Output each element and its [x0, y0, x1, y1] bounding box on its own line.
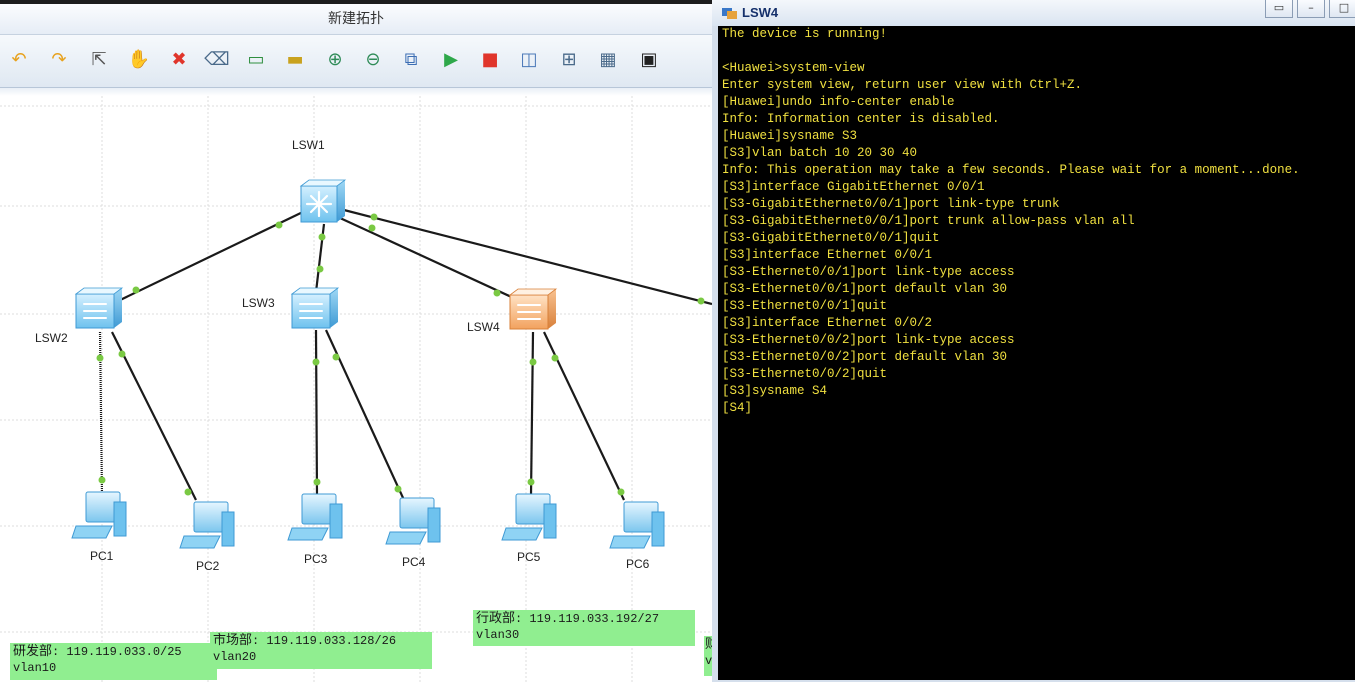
topology-icon[interactable]: ⊞	[556, 47, 582, 73]
switch-lsw4-icon[interactable]	[508, 288, 558, 330]
note-marketing-department[interactable]: 市场部: 119.119.033.128/26 vlan20	[210, 632, 432, 669]
topology-title-bar: 新建拓扑	[0, 4, 712, 35]
terminal-line: [S3-GigabitEthernet0/0/1]port link-type …	[722, 197, 1060, 211]
note-subnet: : 119.119.033.128/26	[252, 634, 397, 648]
device-label-pc4: PC4	[402, 555, 426, 569]
terminal-line: [S3-Ethernet0/0/1]port default vlan 30	[722, 282, 1008, 296]
note-subnet: : 119.119.033.192/27	[515, 612, 660, 626]
canvas-grid	[0, 96, 712, 682]
terminal-line: [S3]interface Ethernet 0/0/2	[722, 316, 933, 330]
pan-hand-icon[interactable]: ✋	[126, 47, 152, 73]
pc4-icon[interactable]	[385, 497, 441, 545]
device-label-lsw2: LSW2	[35, 331, 68, 345]
terminal-line: [S3-Ethernet0/0/2]port default vlan 30	[722, 350, 1008, 364]
note-admin-department[interactable]: 行政部: 119.119.033.192/27 vlan30	[473, 610, 695, 646]
delete-icon[interactable]: ✖	[166, 47, 192, 73]
undo-icon[interactable]: ↶	[6, 47, 32, 73]
pc2-icon[interactable]	[179, 501, 235, 549]
note-rd-department[interactable]: 研发部: 119.119.033.0/25 vlan10	[10, 643, 217, 680]
capture-icon[interactable]: ◫	[516, 47, 542, 73]
link-lsw3-pc3	[314, 329, 319, 497]
console-title: LSW4	[742, 5, 779, 20]
console-title-bar[interactable]: LSW4 ▭ – □	[712, 0, 1355, 26]
start-device-icon[interactable]: ▶	[438, 47, 464, 73]
console-icon[interactable]: ▣	[636, 47, 662, 73]
ensp-window: 新建拓扑 ↶ ↷ ⇱ ✋ ✖ ⌫ ▭ ▬ ⊕ ⊖ ⧉ ▶ ■ ◫ ⊞ ▦ ▣ L…	[0, 0, 712, 682]
terminal-line: [S3]interface Ethernet 0/0/1	[722, 248, 933, 262]
stop-device-icon[interactable]: ■	[477, 47, 503, 73]
terminal-line: The device is running!	[722, 27, 888, 41]
terminal-output[interactable]: The device is running! <Huawei>system-vie…	[718, 26, 1355, 680]
pc5-icon[interactable]	[501, 493, 557, 541]
minimize-button[interactable]: –	[1297, 0, 1325, 18]
topology-canvas[interactable]: LSW1 LSW2 LSW3 LSW4 PC1 PC2 PC3 PC4 PC5 …	[0, 96, 712, 682]
device-label-pc6: PC6	[626, 557, 650, 571]
device-label-pc5: PC5	[517, 550, 541, 564]
terminal-line: Enter system view, return user view with…	[722, 78, 1083, 92]
switch-lsw3-icon[interactable]	[290, 287, 340, 329]
pc3-icon[interactable]	[287, 493, 343, 541]
terminal-line: [S4]	[722, 401, 753, 415]
terminal-line: [S3-Ethernet0/0/1]quit	[722, 299, 888, 313]
device-label-lsw4: LSW4	[467, 320, 500, 334]
pc6-icon[interactable]	[609, 501, 665, 549]
zoom-in-icon[interactable]: ⊕	[322, 47, 348, 73]
link-lsw2-pc2	[111, 331, 197, 501]
link-endpoints	[96, 213, 705, 496]
note-dept: 研发部	[13, 644, 53, 659]
zoom-out-icon[interactable]: ⊖	[360, 47, 386, 73]
device-label-lsw3: LSW3	[242, 296, 275, 310]
switch-lsw2-icon[interactable]	[74, 287, 124, 329]
text-note-icon[interactable]: ▭	[243, 47, 269, 73]
pc1-icon[interactable]	[71, 491, 127, 539]
link-lsw4-pc5	[529, 331, 535, 497]
device-label-pc2: PC2	[196, 559, 220, 573]
console-app-icon	[722, 8, 737, 19]
switch-lsw1-icon[interactable]	[299, 179, 347, 223]
link-lsw1-lsw4	[339, 217, 519, 301]
maximize-button[interactable]: □	[1329, 0, 1355, 18]
note-vlan: vlan10	[13, 661, 57, 675]
topology-toolbar: ↶ ↷ ⇱ ✋ ✖ ⌫ ▭ ▬ ⊕ ⊖ ⧉ ▶ ■ ◫ ⊞ ▦ ▣	[0, 35, 712, 88]
topology-title: 新建拓扑	[328, 11, 384, 27]
note-vlan: vlan30	[476, 628, 520, 642]
fit-view-icon[interactable]: ⧉	[398, 47, 424, 73]
terminal-line: [S3-GigabitEthernet0/0/1]quit	[722, 231, 940, 245]
lsw4-console-window: LSW4 ▭ – □ The device is running! <Huawei…	[712, 0, 1355, 682]
note-dept: 财	[705, 637, 712, 652]
terminal-line: [Huawei]sysname S3	[722, 129, 858, 143]
delete-link-icon[interactable]: ⌫	[204, 47, 230, 73]
terminal-line: [S3-GigabitEthernet0/0/1]port trunk allo…	[722, 214, 1135, 228]
note-finance-department[interactable]: 财 v	[704, 636, 712, 676]
rectangle-icon[interactable]: ▬	[282, 47, 308, 73]
terminal-line: [S3-Ethernet0/0/2]port link-type access	[722, 333, 1015, 347]
note-subnet: : 119.119.033.0/25	[52, 645, 182, 659]
terminal-line: [S3]vlan batch 10 20 30 40	[722, 146, 918, 160]
device-label-pc1: PC1	[90, 549, 114, 563]
terminal-line: <Huawei>system-view	[722, 61, 865, 75]
terminal-line: [S3]interface GigabitEthernet 0/0/1	[722, 180, 985, 194]
note-vlan: v	[705, 654, 712, 668]
terminal-line: [S3-Ethernet0/0/2]quit	[722, 367, 888, 381]
note-vlan: vlan20	[213, 650, 257, 664]
note-dept: 行政部	[476, 611, 516, 626]
terminal-line: [S3]sysname S4	[722, 384, 828, 398]
select-pointer-icon[interactable]: ⇱	[86, 47, 112, 73]
terminal-line: Info: Information center is disabled.	[722, 112, 1000, 126]
device-label-lsw1: LSW1	[292, 138, 325, 152]
terminal-line: [Huawei]undo info-center enable	[722, 95, 955, 109]
grid-icon[interactable]: ▦	[595, 47, 621, 73]
restore-button[interactable]: ▭	[1265, 0, 1293, 18]
terminal-line: Info: This operation may take a few seco…	[722, 163, 1300, 177]
note-dept: 市场部	[213, 633, 253, 648]
toolbar-underline	[0, 88, 712, 96]
redo-icon[interactable]: ↷	[46, 47, 72, 73]
terminal-line: [S3-Ethernet0/0/1]port link-type access	[722, 265, 1015, 279]
device-label-pc3: PC3	[304, 552, 328, 566]
